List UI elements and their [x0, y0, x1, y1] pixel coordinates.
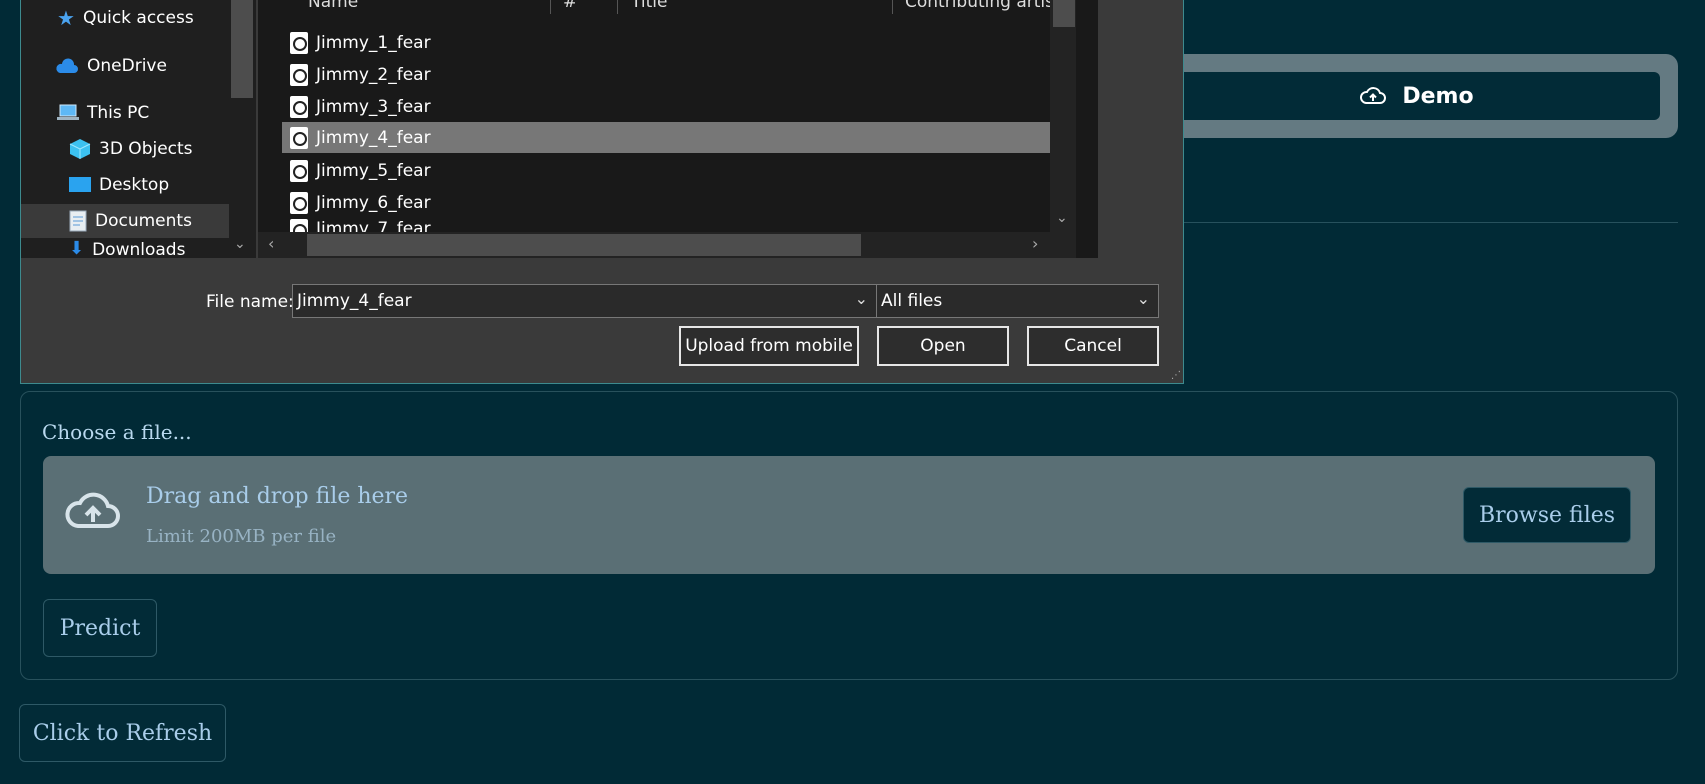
file-name-label: File name: — [206, 292, 294, 312]
refresh-button[interactable]: Click to Refresh — [19, 704, 226, 762]
nav-scrollbar-thumb[interactable] — [231, 0, 253, 98]
upload-from-mobile-button[interactable]: Upload from mobile — [679, 326, 859, 366]
media-file-icon — [290, 191, 308, 214]
demo-button-label: Demo — [1402, 83, 1474, 109]
vertical-scrollbar-thumb[interactable] — [1053, 0, 1075, 27]
file-open-dialog: ★ Quick access OneDrive This PC 3D Objec… — [20, 0, 1184, 384]
file-name: Jimmy_7_fear — [316, 219, 431, 232]
cloud-upload-icon — [65, 492, 120, 528]
nav-item-label: 3D Objects — [99, 139, 193, 159]
scroll-right-arrow-icon[interactable]: › — [1032, 234, 1038, 253]
nav-item-label: Quick access — [82, 8, 194, 28]
computer-icon — [57, 104, 79, 120]
predict-button[interactable]: Predict — [43, 599, 157, 657]
media-file-icon — [290, 95, 308, 118]
file-row[interactable]: Jimmy_2_fear — [282, 59, 1050, 90]
file-row-selected[interactable]: Jimmy_4_fear — [282, 122, 1050, 153]
file-name: Jimmy_4_fear — [316, 127, 431, 148]
download-icon: ⬇ — [69, 240, 85, 258]
browse-files-button[interactable]: Browse files — [1463, 487, 1631, 543]
file-type-value: All files — [881, 291, 943, 311]
file-row[interactable]: Jimmy_3_fear — [282, 91, 1050, 122]
media-file-icon — [290, 126, 308, 149]
file-row[interactable]: Jimmy_6_fear — [282, 187, 1050, 218]
desktop-icon — [69, 177, 91, 192]
column-separator[interactable] — [550, 0, 551, 14]
file-dropzone[interactable]: Drag and drop file here Limit 200MB per … — [43, 456, 1655, 574]
resize-grip-icon[interactable]: ⋰ — [1171, 370, 1181, 381]
section-divider — [1180, 222, 1678, 223]
nav-item-onedrive[interactable]: OneDrive — [55, 49, 167, 83]
nav-item-this-pc[interactable]: This PC — [57, 96, 149, 130]
nav-item-label: OneDrive — [87, 56, 167, 76]
scroll-down-arrow-icon[interactable]: ⌄ — [1056, 210, 1068, 226]
dropzone-limit: Limit 200MB per file — [146, 526, 337, 547]
file-name-input[interactable]: Jimmy_4_fear ⌄ — [292, 284, 877, 318]
cloud-upload-icon — [1360, 87, 1387, 104]
file-type-filter[interactable]: All files ⌄ — [876, 284, 1159, 318]
media-file-icon — [290, 63, 308, 86]
file-list-pane: Name # Title Contributing artists Jimmy_… — [258, 0, 1098, 258]
scroll-down-arrow-icon[interactable]: ⌄ — [234, 236, 246, 252]
nav-item-documents[interactable]: Documents — [21, 204, 229, 238]
dropzone-title: Drag and drop file here — [146, 484, 409, 509]
cube-icon — [69, 139, 91, 159]
column-header-contributing-artists[interactable]: Contributing artists — [905, 0, 1070, 12]
file-name: Jimmy_1_fear — [316, 32, 431, 53]
file-name: Jimmy_3_fear — [316, 96, 431, 117]
file-name: Jimmy_2_fear — [316, 64, 431, 85]
file-row[interactable]: Jimmy_5_fear — [282, 155, 1050, 186]
nav-item-label: Downloads — [92, 240, 186, 258]
nav-item-label: Desktop — [99, 175, 170, 195]
star-icon: ★ — [57, 6, 75, 30]
horizontal-scrollbar-thumb[interactable] — [307, 234, 861, 256]
file-row[interactable]: Jimmy_1_fear — [282, 27, 1050, 58]
file-name: Jimmy_6_fear — [316, 192, 431, 213]
chevron-down-icon[interactable]: ⌄ — [855, 289, 868, 308]
column-separator[interactable] — [892, 0, 893, 14]
nav-item-desktop[interactable]: Desktop — [69, 168, 169, 202]
scroll-left-arrow-icon[interactable]: ‹ — [268, 234, 274, 253]
media-file-icon — [290, 31, 308, 54]
media-file-icon — [290, 219, 308, 232]
column-separator[interactable] — [617, 0, 618, 14]
media-file-icon — [290, 159, 308, 182]
file-list-vertical-scrollbar[interactable] — [1050, 0, 1076, 234]
chevron-down-icon[interactable]: ⌄ — [1137, 289, 1150, 308]
file-name: Jimmy_5_fear — [316, 160, 431, 181]
nav-item-downloads[interactable]: ⬇ Downloads — [69, 240, 185, 258]
nav-item-3d-objects[interactable]: 3D Objects — [69, 132, 193, 166]
file-name-value: Jimmy_4_fear — [297, 291, 412, 311]
nav-item-label: This PC — [87, 103, 150, 123]
nav-item-quick-access[interactable]: ★ Quick access — [57, 1, 194, 35]
cancel-button[interactable]: Cancel — [1027, 326, 1159, 366]
document-icon — [69, 210, 87, 232]
file-row[interactable]: Jimmy_7_fear — [282, 219, 1050, 232]
file-uploader-label: Choose a file... — [42, 420, 192, 444]
demo-button[interactable]: Demo — [1174, 72, 1660, 120]
nav-item-label: Documents — [95, 211, 192, 231]
open-button[interactable]: Open — [877, 326, 1009, 366]
navigation-pane: ★ Quick access OneDrive This PC 3D Objec… — [21, 0, 256, 258]
column-header-number[interactable]: # — [563, 0, 577, 12]
column-header-title[interactable]: Title — [631, 0, 667, 12]
column-header-name[interactable]: Name — [308, 0, 358, 12]
cloud-icon — [56, 58, 78, 73]
